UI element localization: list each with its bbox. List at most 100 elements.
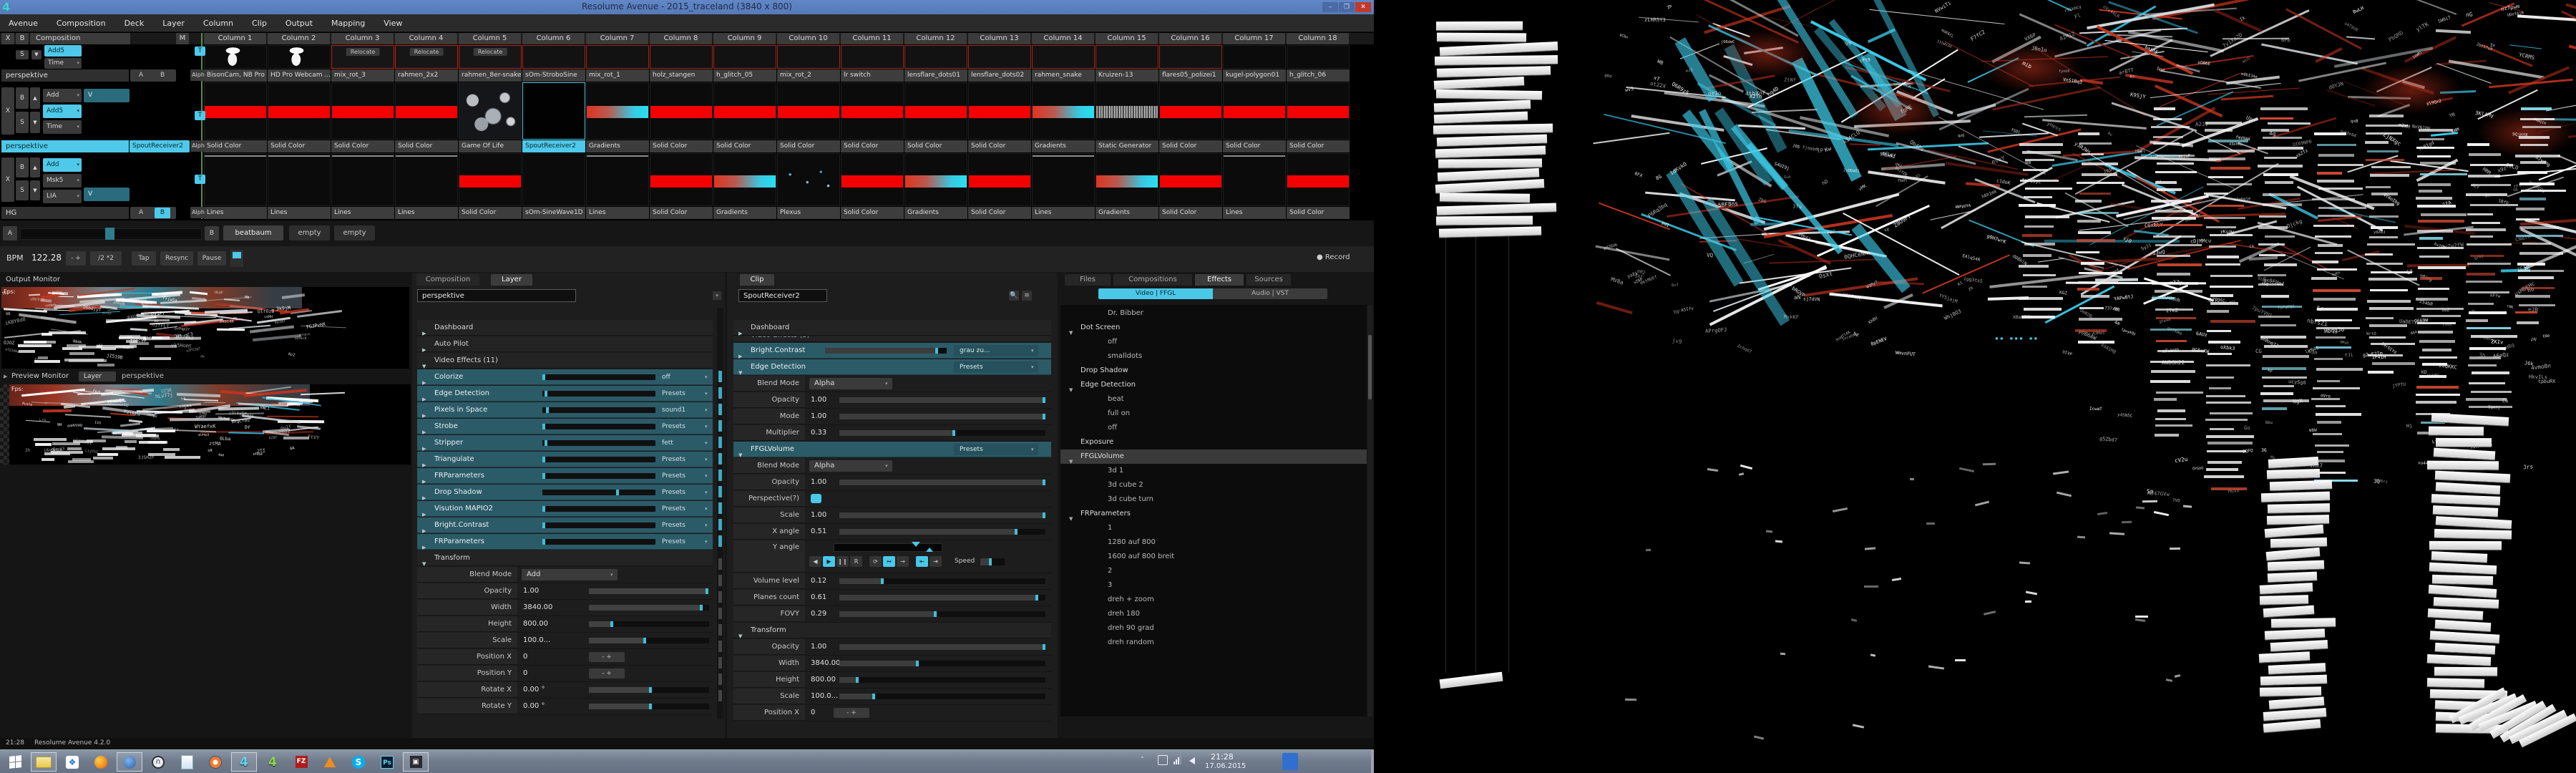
layer-effect-row[interactable]: ▶Drop ShadowPresets▾ xyxy=(417,485,713,500)
clip-name[interactable]: rahmen_snake xyxy=(1032,69,1095,82)
clip-thumb[interactable] xyxy=(841,45,904,69)
slider-handle[interactable] xyxy=(643,638,646,643)
clip-thumb[interactable] xyxy=(1287,45,1350,69)
effect-preset-dropdown[interactable]: grau zu... xyxy=(954,345,1038,356)
column-header-4[interactable]: Column 4 xyxy=(395,33,457,44)
tree-preset[interactable]: 3 xyxy=(1059,578,1367,593)
clip-name[interactable]: Solid Color xyxy=(1159,140,1222,152)
column-header-7[interactable]: Column 7 xyxy=(586,33,648,44)
effect-preset-dropdown[interactable]: off xyxy=(662,369,703,385)
menu-column[interactable]: Column xyxy=(203,19,233,28)
clip-name[interactable]: Gradients xyxy=(1096,207,1158,219)
clip-thumb[interactable] xyxy=(968,45,1031,69)
crossfader-b-button[interactable]: B xyxy=(205,226,219,240)
bpm-dec-inc[interactable]: - + xyxy=(66,251,86,266)
slider-handle[interactable] xyxy=(881,578,884,584)
clip-name[interactable]: rahmen_8er-snake xyxy=(459,69,522,82)
effect-mix-slider[interactable] xyxy=(542,522,655,528)
effect-preset-dropdown[interactable]: Presets xyxy=(954,444,1038,455)
tray-clock[interactable]: 21:28 xyxy=(1211,752,1234,762)
deck-tab-3[interactable]: empty xyxy=(334,225,375,240)
layer1-name[interactable]: HG xyxy=(1,207,129,219)
param-slider[interactable] xyxy=(839,677,1045,683)
layer-preset-dropdown-icon[interactable]: ▾ xyxy=(713,291,721,300)
subtab-video-ffgl[interactable]: Video | FFGL xyxy=(1098,288,1213,299)
clip-name[interactable]: Solid Color xyxy=(331,140,394,152)
param-slider[interactable] xyxy=(839,611,1045,617)
thunderbird-icon[interactable] xyxy=(117,752,142,772)
photoshop-icon[interactable]: Ps xyxy=(374,752,400,772)
column-header-17[interactable]: Column 17 xyxy=(1223,33,1285,44)
slider-handle[interactable] xyxy=(916,661,919,666)
stepper-buttons[interactable]: - + xyxy=(834,708,869,718)
slider-handle[interactable] xyxy=(542,457,545,462)
preview-mode-dropdown[interactable]: Layer xyxy=(79,371,116,381)
clip-thumb[interactable] xyxy=(1287,153,1350,206)
clip-thumb[interactable] xyxy=(1159,153,1222,206)
subtab-audio-vst[interactable]: Audio | VST xyxy=(1213,288,1327,299)
clip-thumb[interactable] xyxy=(904,153,967,206)
relocate-button[interactable]: Relocate xyxy=(410,48,444,56)
effect-mix-slider[interactable] xyxy=(542,490,655,495)
param-value[interactable]: 0.33 xyxy=(811,425,826,441)
tree-preset[interactable]: smalldots xyxy=(1059,349,1367,364)
transport-resync-button[interactable]: R xyxy=(850,556,862,567)
clip-thumb[interactable] xyxy=(841,153,904,206)
composition-m-button[interactable]: M xyxy=(176,33,189,44)
layer3-t-toggle[interactable]: T xyxy=(195,47,205,56)
clip-thumb[interactable] xyxy=(1159,45,1222,69)
column-header-3[interactable]: Column 3 xyxy=(331,33,394,44)
slider-handle[interactable] xyxy=(545,391,547,397)
tap-button[interactable]: Tap xyxy=(132,251,156,266)
tab-layer[interactable]: Layer xyxy=(491,274,532,286)
clip-name[interactable]: Solid Color xyxy=(1287,140,1350,152)
skype-icon[interactable]: S xyxy=(346,752,371,772)
param-slider[interactable] xyxy=(839,512,1045,518)
param-value[interactable]: 0.29 xyxy=(811,606,826,622)
clip-thumb[interactable] xyxy=(1159,82,1222,140)
layer-effect-row[interactable]: ▶Colorizeoff▾ xyxy=(417,369,713,385)
layer1-bypass-button[interactable]: B xyxy=(16,157,29,178)
slider-handle[interactable] xyxy=(1043,480,1045,485)
slider-handle[interactable] xyxy=(545,440,547,446)
browser-scrollbar[interactable] xyxy=(1367,305,1372,716)
clip-thumb[interactable] xyxy=(586,153,649,206)
clip-name[interactable]: Gradients xyxy=(586,140,649,152)
clip-thumb[interactable] xyxy=(713,45,776,69)
clip-name[interactable]: Gradients xyxy=(713,207,776,219)
slider-handle[interactable] xyxy=(856,677,859,683)
close-button[interactable]: ✕ xyxy=(1355,2,1371,12)
clip-thumb[interactable]: Relocate xyxy=(459,45,522,69)
effect-mix-slider[interactable] xyxy=(542,407,655,413)
column-header-11[interactable]: Column 11 xyxy=(841,33,903,44)
clip-thumb[interactable] xyxy=(1032,45,1095,69)
effect-preset-dropdown[interactable]: Presets xyxy=(662,501,703,517)
relocate-button[interactable]: Relocate xyxy=(474,48,507,56)
tree-group[interactable]: ▼Dot Screen xyxy=(1059,321,1367,335)
clip-name[interactable]: kugel-polygon01 xyxy=(1223,69,1286,82)
layer1-x-button[interactable]: X xyxy=(1,157,14,202)
transport-play-button[interactable]: ▶ xyxy=(823,556,835,567)
layer2-t-toggle[interactable]: T xyxy=(195,111,205,120)
param-slider[interactable] xyxy=(589,605,709,611)
clip-thumb[interactable] xyxy=(395,153,458,206)
param-value[interactable]: 0.51 xyxy=(811,524,826,540)
tree-preset[interactable]: off xyxy=(1059,421,1367,435)
blend-mode-dropdown[interactable]: Alpha xyxy=(809,460,892,472)
layer2-name[interactable]: perspektive xyxy=(1,140,129,152)
clip-thumb[interactable] xyxy=(522,45,585,69)
maximize-button[interactable]: ❐ xyxy=(1339,2,1355,12)
slider-handle[interactable] xyxy=(1015,529,1018,535)
column-header-18[interactable]: Column 18 xyxy=(1287,33,1349,44)
layer-effect-row[interactable]: ▶Pixels in Spacesound1▾ xyxy=(417,402,713,418)
record-button[interactable]: ● Record xyxy=(1317,253,1350,261)
param-slider[interactable] xyxy=(839,661,1045,666)
bpm-value[interactable]: 122.28 xyxy=(31,253,62,263)
effect-mix-slider[interactable] xyxy=(542,374,655,380)
stepper-buttons[interactable]: - + xyxy=(589,669,625,679)
transport-loop-button[interactable]: ⟳ xyxy=(869,556,882,567)
layer3-anim-dropdown[interactable]: Time▾ xyxy=(44,58,82,69)
clip-name[interactable]: mix_rot_3 xyxy=(331,69,394,82)
clip-name[interactable]: Lines xyxy=(204,207,267,219)
preview-collapse-icon[interactable]: ▶ xyxy=(4,374,7,379)
